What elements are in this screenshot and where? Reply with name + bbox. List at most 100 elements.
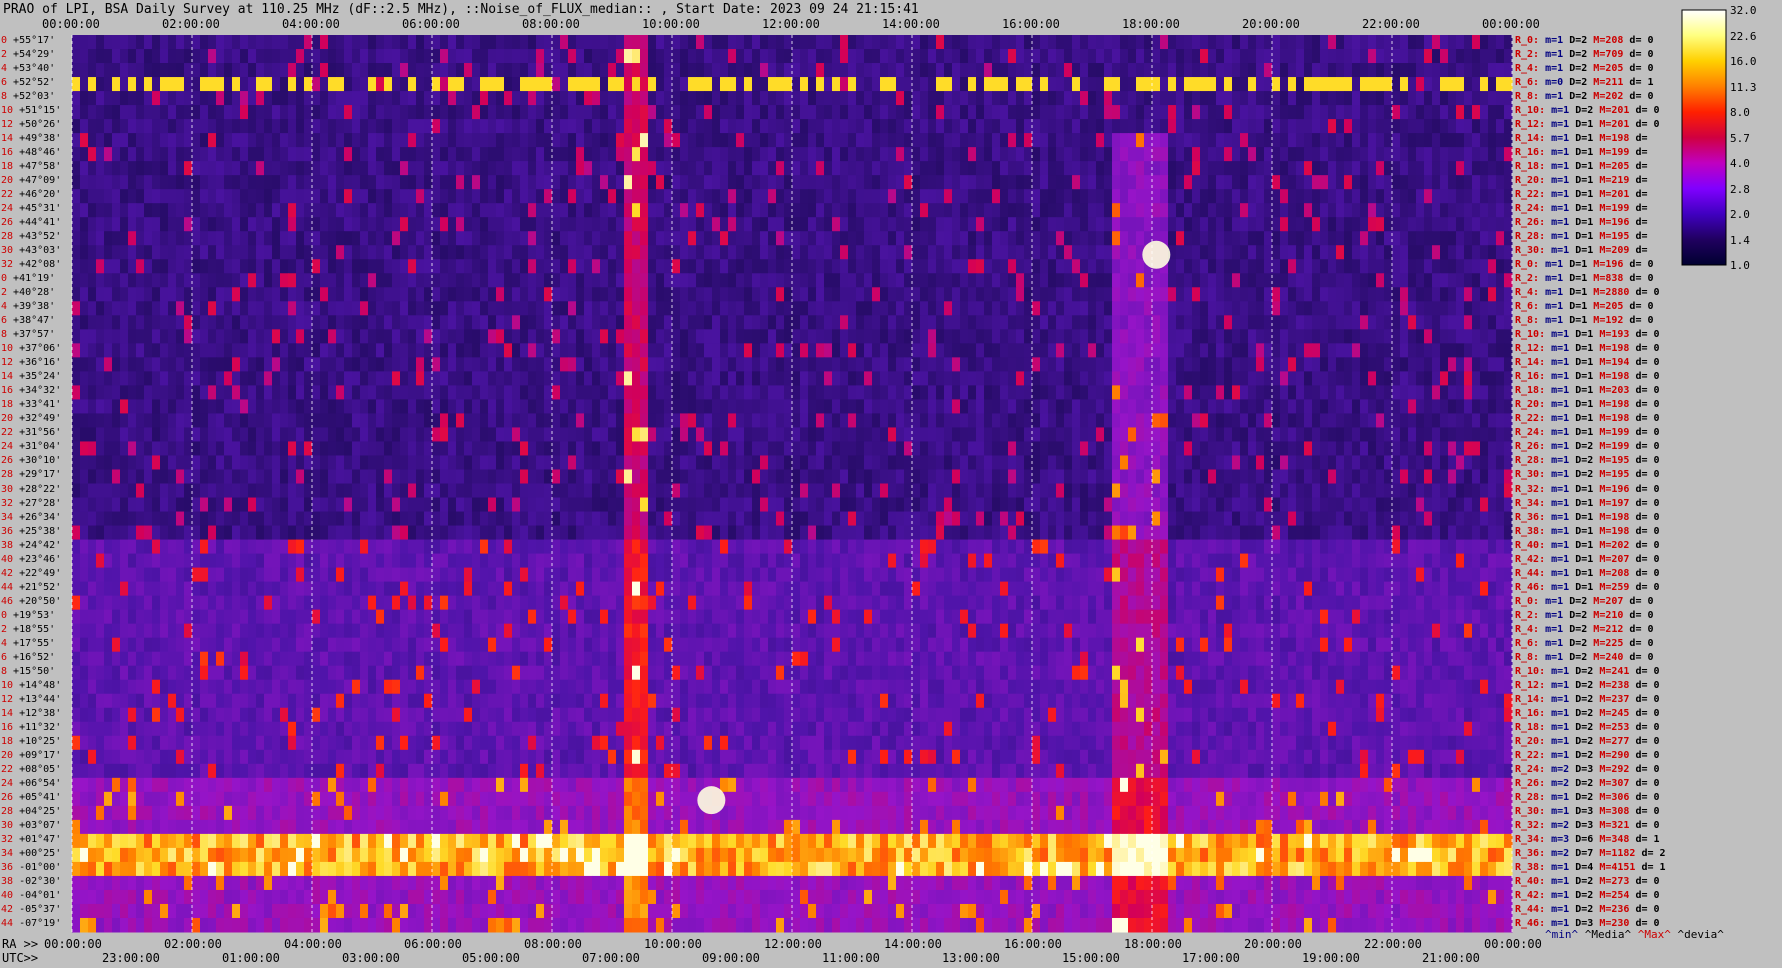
heatmap-cell — [776, 315, 785, 330]
heatmap-cell — [560, 371, 569, 386]
heatmap-cell — [1128, 357, 1137, 372]
heatmap-cell — [160, 91, 169, 106]
heatmap-cell — [816, 147, 825, 162]
heatmap-cell — [344, 147, 353, 162]
heatmap-cell — [1304, 105, 1313, 120]
heatmap-cell — [528, 259, 537, 274]
heatmap-cell — [768, 133, 777, 148]
heatmap-cell — [488, 147, 497, 162]
heatmap-cell — [344, 371, 353, 386]
heatmap-cell — [1192, 77, 1201, 92]
heatmap-cell — [936, 35, 945, 50]
heatmap-cell — [536, 91, 545, 106]
heatmap-cell — [552, 385, 561, 400]
heatmap-cell — [360, 91, 369, 106]
heatmap-cell — [1040, 63, 1049, 78]
heatmap-cell — [1376, 133, 1385, 148]
heatmap-cell — [1064, 245, 1073, 260]
heatmap-cell — [272, 105, 281, 120]
heatmap-cell — [1192, 385, 1201, 400]
heatmap-cell — [1032, 245, 1041, 260]
heatmap-cell — [864, 385, 873, 400]
heatmap-cell — [1216, 63, 1225, 78]
heatmap-cell — [552, 357, 561, 372]
heatmap-cell — [664, 189, 673, 204]
heatmap-cell — [784, 105, 793, 120]
heatmap-cell — [376, 329, 385, 344]
heatmap-cell — [456, 231, 465, 246]
heatmap-cell — [128, 77, 137, 92]
heatmap-cell — [840, 413, 849, 428]
heatmap-cell — [128, 63, 137, 78]
heatmap-cell — [1504, 259, 1513, 274]
heatmap-cell — [304, 287, 313, 302]
heatmap-cell — [376, 63, 385, 78]
heatmap-cell — [1336, 119, 1345, 134]
heatmap-cell — [1176, 91, 1185, 106]
heatmap-cell — [256, 175, 265, 190]
heatmap-cell — [576, 63, 585, 78]
heatmap-cell — [1432, 189, 1441, 204]
heatmap-cell — [680, 35, 689, 50]
heatmap-cell — [232, 371, 241, 386]
heatmap-cell — [544, 287, 553, 302]
heatmap-cell — [224, 301, 233, 316]
heatmap-cell — [128, 385, 137, 400]
heatmap-cell — [560, 63, 569, 78]
heatmap-cell — [1088, 385, 1097, 400]
heatmap-cell — [1048, 91, 1057, 106]
heatmap-cell — [1024, 189, 1033, 204]
heatmap-cell — [280, 189, 289, 204]
heatmap-cell — [552, 77, 561, 92]
heatmap-cell — [832, 119, 841, 134]
heatmap-cell — [336, 105, 345, 120]
heatmap-cell — [1424, 217, 1433, 232]
heatmap-cell — [1296, 133, 1305, 148]
heatmap-cell — [1416, 287, 1425, 302]
heatmap-cell — [992, 273, 1001, 288]
heatmap-cell — [352, 189, 361, 204]
heatmap-cell — [720, 189, 729, 204]
heatmap-cell — [664, 203, 673, 218]
heatmap-cell — [344, 203, 353, 218]
heatmap-cell — [96, 315, 105, 330]
heatmap-cell — [472, 385, 481, 400]
heatmap-cell — [1104, 343, 1113, 358]
heatmap-cell — [1024, 413, 1033, 428]
heatmap-cell — [1048, 105, 1057, 120]
heatmap-cell — [704, 315, 713, 330]
heatmap-cell — [520, 133, 529, 148]
heatmap-cell — [1448, 217, 1457, 232]
heatmap-cell — [632, 77, 641, 92]
heatmap-cell — [1408, 203, 1417, 218]
heatmap-cell — [120, 399, 129, 414]
heatmap-cell — [752, 301, 761, 316]
heatmap-cell — [1160, 147, 1169, 162]
heatmap-cell — [320, 301, 329, 316]
heatmap-cell — [368, 217, 377, 232]
heatmap-cell — [904, 329, 913, 344]
heatmap-cell — [128, 105, 137, 120]
heatmap-cell — [504, 245, 513, 260]
heatmap-cell — [1248, 49, 1257, 64]
heatmap-cell — [368, 343, 377, 358]
heatmap-cell — [1064, 287, 1073, 302]
heatmap-cell — [1056, 357, 1065, 372]
heatmap-cell — [1336, 189, 1345, 204]
heatmap-cell — [688, 385, 697, 400]
heatmap-cell — [272, 273, 281, 288]
heatmap-cell — [752, 385, 761, 400]
heatmap-cell — [1064, 119, 1073, 134]
heatmap-cell — [1320, 287, 1329, 302]
heatmap-cell — [1176, 161, 1185, 176]
heatmap-cell — [1240, 217, 1249, 232]
heatmap-cell — [1096, 259, 1105, 274]
heatmap-cell — [552, 91, 561, 106]
heatmap-cell — [328, 49, 337, 64]
heatmap-cell — [448, 189, 457, 204]
heatmap-cell — [560, 245, 569, 260]
heatmap-cell — [760, 259, 769, 274]
heatmap-cell — [600, 49, 609, 64]
heatmap-cell — [1208, 357, 1217, 372]
heatmap-cell — [1304, 35, 1313, 50]
